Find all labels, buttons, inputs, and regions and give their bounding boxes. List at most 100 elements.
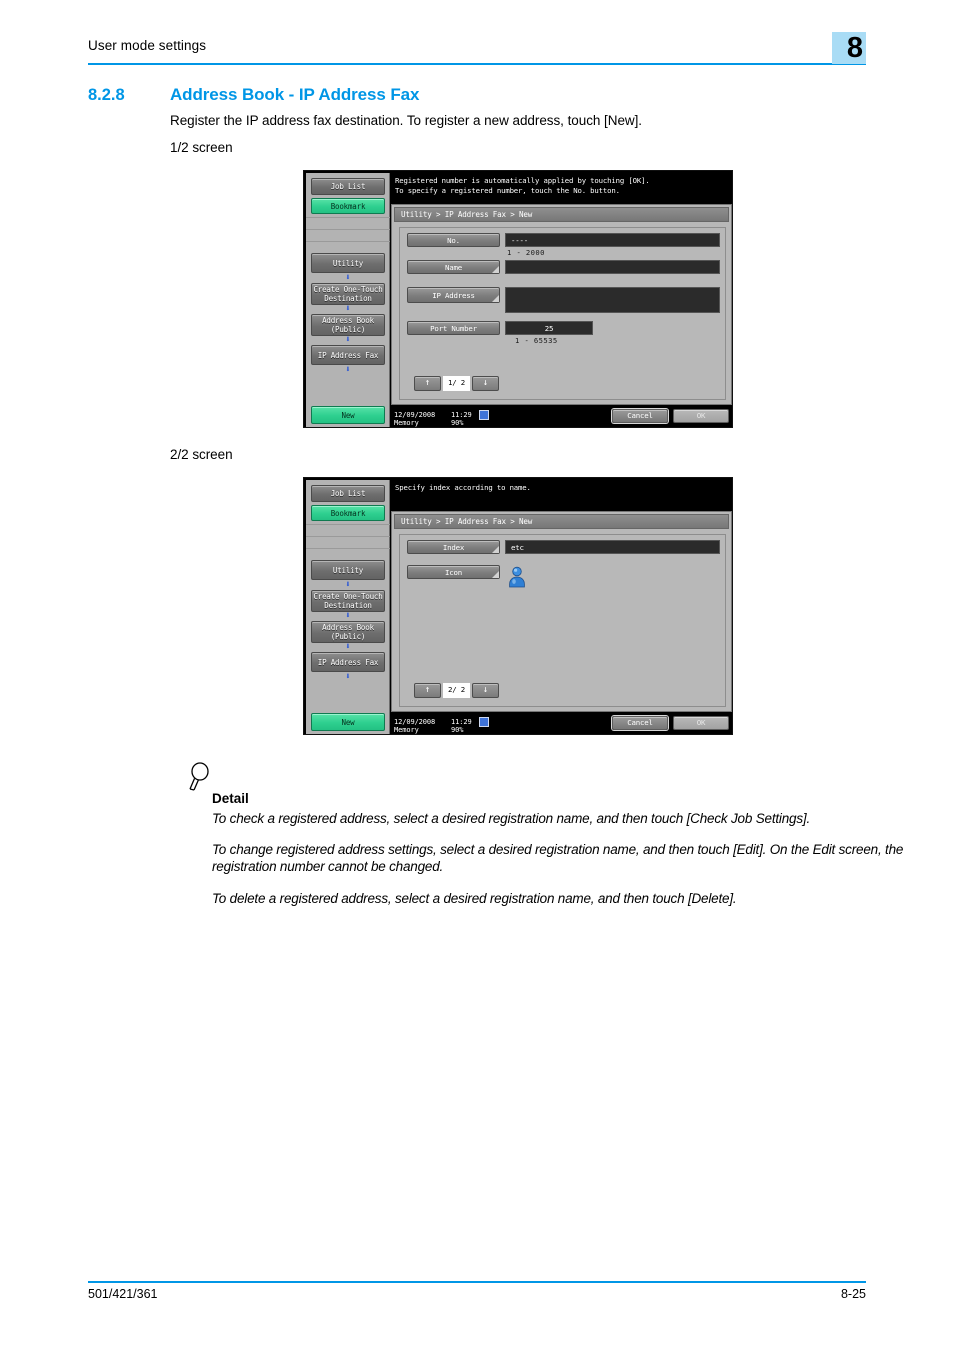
message-line-1: Registered number is automatically appli… <box>395 176 650 185</box>
sidebar-item-label: New <box>341 410 355 420</box>
sidebar-item-label: Utility <box>332 258 364 268</box>
page-down-button[interactable]: ↓ <box>472 683 499 698</box>
status-bar-1: 12/09/2008 11:29 Memory 90% Cancel OK <box>391 407 732 427</box>
field-row-no: No. ---- 1 - 2000 <box>407 233 720 257</box>
detail-paragraph-1: To check a registered address, select a … <box>212 811 811 826</box>
index-value-field[interactable]: etc <box>505 540 720 554</box>
side-rail-1: Job List Bookmark Utility ⬇ Create One-T… <box>306 173 390 427</box>
arrow-down-icon: ⬇ <box>345 580 351 590</box>
name-button[interactable]: Name <box>407 260 500 274</box>
name-value-field[interactable] <box>505 260 720 274</box>
detail-title: Detail <box>212 791 249 806</box>
ip-address-value-field[interactable] <box>505 287 720 313</box>
section-intro-paragraph: Register the IP address fax destination.… <box>170 113 643 128</box>
chapter-number-badge: 8 <box>832 32 866 64</box>
magnifier-icon <box>188 762 214 792</box>
message-line-1: Specify index according to name. <box>395 483 531 492</box>
sidebar-item-utility[interactable]: Utility <box>311 253 385 273</box>
cancel-button[interactable]: Cancel <box>612 716 668 730</box>
sidebar-item-utility[interactable]: Utility <box>311 560 385 580</box>
network-icon <box>479 410 489 420</box>
sidebar-item-label: Job List <box>330 182 366 191</box>
no-range-hint: 1 - 2000 <box>507 248 545 257</box>
mfp-screenshot-2of2: Job List Bookmark Utility ⬇ Create One-T… <box>303 477 733 735</box>
sidebar-item-address-book-public[interactable]: Address Book (Public) <box>311 314 385 336</box>
page-up-button[interactable]: ↑ <box>414 683 441 698</box>
sidebar-item-bookmark[interactable]: Bookmark <box>311 505 385 521</box>
ok-button[interactable]: OK <box>673 716 729 730</box>
sidebar-item-label: Bookmark <box>330 201 366 211</box>
arrow-down-icon: ⬇ <box>345 273 351 283</box>
sidebar-item-job-list[interactable]: Job List <box>311 178 385 195</box>
panel-body-2: Index etc Icon ↑ 2/ 2 ↓ <box>399 534 726 707</box>
sidebar-item-label: IP Address Fax <box>317 350 379 360</box>
header-rule <box>88 63 866 65</box>
footer-page-number: 8-25 <box>840 1287 866 1301</box>
sidebar-item-ip-address-fax[interactable]: IP Address Fax <box>311 345 385 365</box>
arrow-down-icon: ⬇ <box>345 611 351 621</box>
arrow-down-icon: ⬇ <box>345 335 351 345</box>
page-down-button[interactable]: ↓ <box>472 376 499 391</box>
field-row-ip-address: IP Address <box>407 287 720 313</box>
sidebar-item-address-book-public[interactable]: Address Book (Public) <box>311 621 385 643</box>
pager-2: ↑ 2/ 2 ↓ <box>414 683 514 698</box>
port-number-button[interactable]: Port Number <box>407 321 500 335</box>
arrow-down-icon: ⬇ <box>345 304 351 314</box>
mfp-screenshot-1of2: Job List Bookmark Utility ⬇ Create One-T… <box>303 170 733 428</box>
icon-button[interactable]: Icon <box>407 565 500 579</box>
panel-body-1: No. ---- 1 - 2000 Name IP Address Port N… <box>399 227 726 400</box>
page-header: User mode settings <box>88 38 866 68</box>
status-message-2: Specify index according to name. <box>391 480 732 510</box>
sidebar-item-create-one-touch-destination[interactable]: Create One-Touch Destination <box>311 590 385 612</box>
sidebar-item-label: Utility <box>332 565 364 575</box>
sidebar-item-new[interactable]: New <box>311 713 385 731</box>
sidebar-item-new[interactable]: New <box>311 406 385 424</box>
no-value-field[interactable]: ---- <box>505 233 720 247</box>
port-number-value-field[interactable]: 25 <box>505 321 593 335</box>
arrow-down-icon: ⬇ <box>345 365 351 375</box>
sidebar-item-label: Create One-Touch <box>313 285 383 294</box>
status-time: 11:29 <box>451 411 472 419</box>
sidebar-item-job-list[interactable]: Job List <box>311 485 385 502</box>
sidebar-item-label: Create One-Touch <box>313 592 383 601</box>
port-range-hint: 1 - 65535 <box>515 336 558 345</box>
rail-divider <box>306 524 390 525</box>
status-date: 12/09/2008 <box>394 411 436 419</box>
sidebar-item-label: Bookmark <box>330 508 366 518</box>
sidebar-item-create-one-touch-destination[interactable]: Create One-Touch Destination <box>311 283 385 305</box>
message-line-2: To specify a registered number, touch th… <box>395 186 620 195</box>
page-title: Address Book - IP Address Fax <box>170 85 420 104</box>
person-icon <box>508 566 526 588</box>
network-icon <box>479 717 489 727</box>
ok-button[interactable]: OK <box>673 409 729 423</box>
name-button-label: Name <box>445 263 462 272</box>
sidebar-item-ip-address-fax[interactable]: IP Address Fax <box>311 652 385 672</box>
rail-divider <box>306 536 390 537</box>
breadcrumb: Utility > IP Address Fax > New <box>394 514 729 529</box>
no-button-label: No. <box>447 236 460 245</box>
rail-divider <box>306 241 390 242</box>
sidebar-item-label-2: Destination <box>324 294 372 303</box>
detail-paragraph-3: To delete a registered address, select a… <box>212 891 737 906</box>
arrow-down-icon: ⬇ <box>345 642 351 652</box>
pager-1: ↑ 1/ 2 ↓ <box>414 376 514 391</box>
index-button[interactable]: Index <box>407 540 500 554</box>
main-panel-2: Utility > IP Address Fax > New Index etc… <box>391 511 732 712</box>
footer-rule <box>88 1281 866 1283</box>
field-row-port-number: Port Number 25 1 - 65535 <box>407 321 720 345</box>
sidebar-item-label-2: (Public) <box>330 325 366 334</box>
port-number-button-label: Port Number <box>430 324 477 333</box>
caption-screen-1: 1/2 screen <box>170 140 233 155</box>
sidebar-item-bookmark[interactable]: Bookmark <box>311 198 385 214</box>
field-row-index: Index etc <box>407 540 720 555</box>
no-button[interactable]: No. <box>407 233 500 247</box>
field-row-icon: Icon <box>407 565 720 595</box>
memory-label: Memory <box>394 419 419 427</box>
breadcrumb: Utility > IP Address Fax > New <box>394 207 729 222</box>
page-up-button[interactable]: ↑ <box>414 376 441 391</box>
rail-divider <box>306 217 390 218</box>
sidebar-item-label: Address Book <box>322 623 374 632</box>
cancel-button[interactable]: Cancel <box>612 409 668 423</box>
ip-address-button[interactable]: IP Address <box>407 287 500 303</box>
memory-value: 90% <box>451 726 464 734</box>
